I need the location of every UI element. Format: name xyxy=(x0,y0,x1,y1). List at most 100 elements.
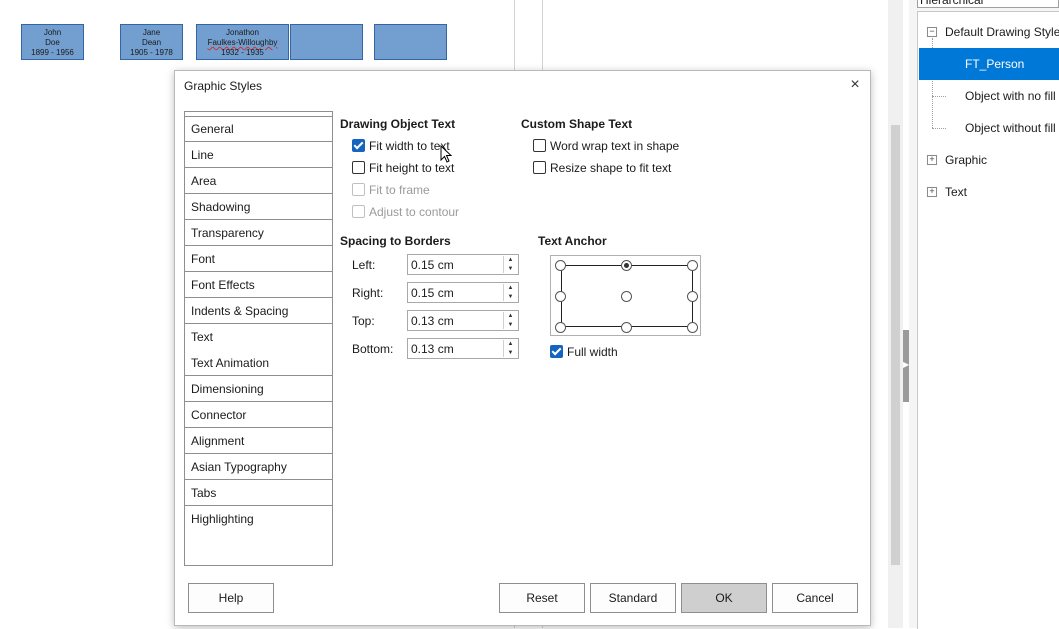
person-box-john-doe[interactable]: John Doe 1899 - 1956 xyxy=(21,24,84,60)
expand-icon[interactable]: + xyxy=(927,155,937,165)
right-spacing-field[interactable]: 0.15 cm ▲ ▼ xyxy=(407,282,519,303)
spin-up-icon[interactable]: ▲ xyxy=(504,284,517,292)
checkbox-icon xyxy=(352,205,365,218)
text-anchor-selector[interactable] xyxy=(550,255,701,336)
person-box-empty[interactable] xyxy=(290,24,363,60)
box-line: Jane xyxy=(142,28,161,37)
canvas-vertical-scrollbar[interactable] xyxy=(888,0,903,628)
collapse-icon[interactable]: − xyxy=(927,27,937,37)
nav-item-area[interactable]: Area xyxy=(185,168,332,194)
checkbox-icon xyxy=(533,161,546,174)
checkbox-icon xyxy=(352,183,365,196)
person-box-jane-dean[interactable]: Jane Dean 1905 - 1978 xyxy=(120,24,183,60)
nav-item-text-animation[interactable]: Text Animation xyxy=(185,350,332,376)
spin-down-icon[interactable]: ▼ xyxy=(504,265,517,273)
anchor-bottom-center-radio[interactable] xyxy=(621,322,632,333)
reset-button[interactable]: Reset xyxy=(499,583,585,613)
anchor-top-left-radio[interactable] xyxy=(555,260,566,271)
tree-item-graphic[interactable]: Graphic xyxy=(945,144,987,176)
spacing-to-borders-heading: Spacing to Borders xyxy=(340,234,451,248)
person-box-empty[interactable] xyxy=(374,24,447,60)
spin-up-icon[interactable]: ▲ xyxy=(504,256,517,264)
box-line: 1899 - 1956 xyxy=(31,48,74,57)
right-spacing-label: Right: xyxy=(352,286,384,300)
nav-item-line[interactable]: Line xyxy=(185,142,332,168)
mouse-pointer-icon xyxy=(440,145,453,163)
checkbox-label: Fit width to text xyxy=(369,139,450,153)
tree-connector xyxy=(932,96,946,97)
drawing-object-text-heading: Drawing Object Text xyxy=(340,117,456,131)
box-line: John xyxy=(43,28,62,37)
graphic-styles-dialog: Graphic Styles × General Line Area Shado… xyxy=(174,70,871,626)
checkbox-icon xyxy=(533,139,546,152)
expand-icon[interactable]: + xyxy=(927,187,937,197)
dialog-title: Graphic Styles xyxy=(184,79,263,93)
text-anchor-heading: Text Anchor xyxy=(538,234,607,248)
left-spacing-field[interactable]: 0.15 cm ▲ ▼ xyxy=(407,254,519,275)
bottom-spacing-label: Bottom: xyxy=(352,342,394,356)
nav-item-dimensioning[interactable]: Dimensioning xyxy=(185,376,332,402)
spin-up-icon[interactable]: ▲ xyxy=(504,340,517,348)
box-line: Faulkes-Willoughby xyxy=(207,38,278,47)
checkbox-label: Fit to frame xyxy=(369,183,430,197)
tree-connector xyxy=(932,128,946,129)
nav-item-tabs[interactable]: Tabs xyxy=(185,480,332,506)
tree-item-text[interactable]: Text xyxy=(945,176,967,208)
tree-item-ft-person[interactable]: FT_Person xyxy=(919,48,1059,80)
spin-buttons: ▲ ▼ xyxy=(503,340,517,357)
nav-item-transparency[interactable]: Transparency xyxy=(185,220,332,246)
top-spacing-label: Top: xyxy=(352,314,375,328)
spin-buttons: ▲ ▼ xyxy=(503,312,517,329)
nav-item-shadowing[interactable]: Shadowing xyxy=(185,194,332,220)
top-spacing-field[interactable]: 0.13 cm ▲ ▼ xyxy=(407,310,519,331)
anchor-middle-right-radio[interactable] xyxy=(687,291,698,302)
style-filter-dropdown[interactable]: Hierarchical xyxy=(917,0,1059,8)
tree-item-object-with-no-fill[interactable]: Object with no fill xyxy=(965,80,1056,112)
checkbox-checked-icon xyxy=(352,139,365,152)
scrollbar-thumb[interactable] xyxy=(891,125,900,565)
anchor-bottom-right-radio[interactable] xyxy=(687,322,698,333)
nav-item-connector[interactable]: Connector xyxy=(185,402,332,428)
anchor-top-right-radio[interactable] xyxy=(687,260,698,271)
box-line: 1905 - 1978 xyxy=(130,48,173,57)
nav-item-highlighting[interactable]: Highlighting xyxy=(185,506,332,532)
spin-down-icon[interactable]: ▼ xyxy=(504,293,517,301)
spin-value: 0.15 cm xyxy=(411,286,454,300)
spin-up-icon[interactable]: ▲ xyxy=(504,312,517,320)
nav-item-general[interactable]: General xyxy=(185,116,332,142)
bottom-spacing-field[interactable]: 0.13 cm ▲ ▼ xyxy=(407,338,519,359)
box-line: 1932 - 1935 xyxy=(221,48,264,57)
page-navigation-list[interactable]: General Line Area Shadowing Transparency… xyxy=(184,111,333,566)
anchor-middle-left-radio[interactable] xyxy=(555,291,566,302)
anchor-top-center-radio[interactable] xyxy=(621,260,632,271)
checkbox-label: Resize shape to fit text xyxy=(550,161,672,175)
checkbox-label: Word wrap text in shape xyxy=(550,139,680,153)
person-box-jonathon[interactable]: Jonathon Faulkes-Willoughby 1932 - 1935 xyxy=(196,24,289,60)
tree-item-default-drawing-style[interactable]: Default Drawing Style xyxy=(945,16,1059,48)
nav-item-text[interactable]: Text xyxy=(185,324,332,350)
nav-item-asian-typography[interactable]: Asian Typography xyxy=(185,454,332,480)
checkbox-label: Full width xyxy=(567,345,618,359)
cancel-button[interactable]: Cancel xyxy=(772,583,858,613)
tree-item-object-without-fill[interactable]: Object without fill xyxy=(965,112,1056,144)
nav-item-font[interactable]: Font xyxy=(185,246,332,272)
nav-item-alignment[interactable]: Alignment xyxy=(185,428,332,454)
help-button[interactable]: Help xyxy=(188,583,274,613)
checkbox-icon xyxy=(352,161,365,174)
spin-buttons: ▲ ▼ xyxy=(503,284,517,301)
spin-buttons: ▲ ▼ xyxy=(503,256,517,273)
custom-shape-text-heading: Custom Shape Text xyxy=(521,117,633,131)
checkbox-label: Adjust to contour xyxy=(369,205,460,219)
box-line: Doe xyxy=(45,38,60,47)
ok-button[interactable]: OK xyxy=(681,583,767,613)
close-icon[interactable]: × xyxy=(846,76,864,94)
standard-button[interactable]: Standard xyxy=(590,583,676,613)
checkbox-checked-icon xyxy=(550,345,563,358)
anchor-bottom-left-radio[interactable] xyxy=(555,322,566,333)
spin-down-icon[interactable]: ▼ xyxy=(504,349,517,357)
box-line: Jonathon xyxy=(226,28,259,37)
nav-item-font-effects[interactable]: Font Effects xyxy=(185,272,332,298)
nav-item-indents-spacing[interactable]: Indents & Spacing xyxy=(185,298,332,324)
anchor-center-radio[interactable] xyxy=(621,291,632,302)
spin-down-icon[interactable]: ▼ xyxy=(504,321,517,329)
